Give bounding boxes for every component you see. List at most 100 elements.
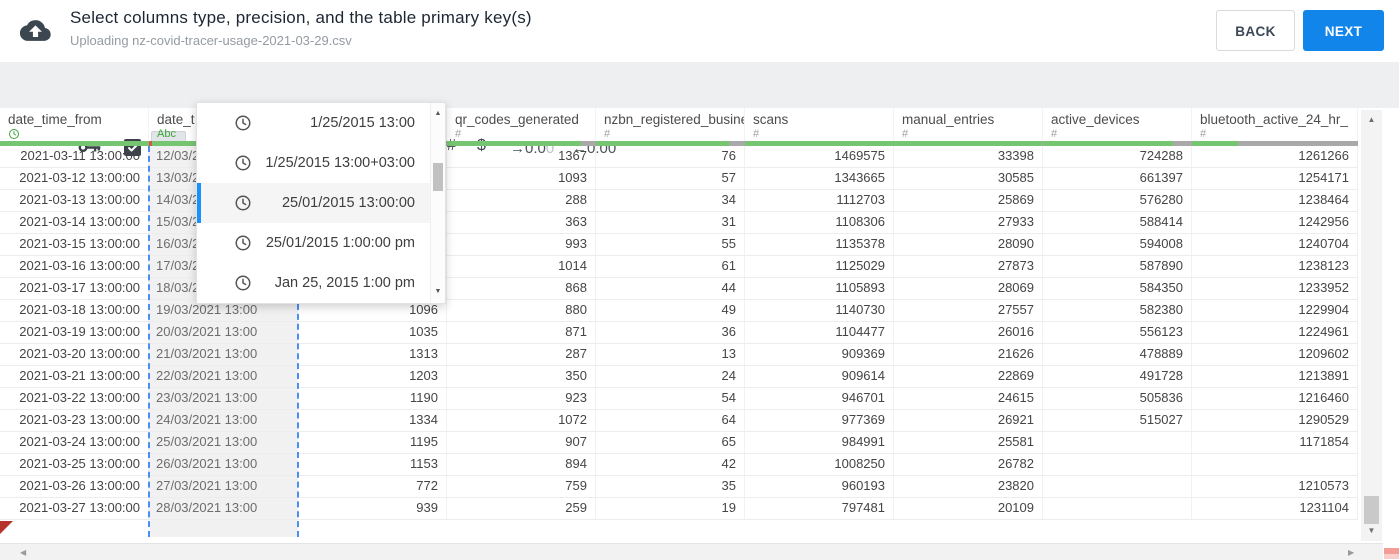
vertical-scroll-thumb[interactable] <box>1364 496 1379 524</box>
table-cell: 31 <box>596 212 745 233</box>
table-cell: 21626 <box>894 344 1043 365</box>
clock-icon <box>234 194 252 212</box>
column-header[interactable]: qr_codes_generated # <box>447 108 596 141</box>
table-cell: 661397 <box>1043 168 1192 189</box>
table-cell: 1238464 <box>1192 190 1358 211</box>
table-cell: 57 <box>596 168 745 189</box>
table-cell: 2021-03-19 13:00:00 <box>0 322 149 343</box>
table-cell: 25/03/2021 13:00 <box>149 432 298 453</box>
back-button[interactable]: BACK <box>1216 10 1295 51</box>
table-row: 2021-03-21 13:00:00 22/03/2021 13:00 1203 3… <box>0 366 1358 388</box>
table-cell: 588414 <box>1043 212 1192 233</box>
dropdown-option[interactable]: 25/01/2015 1:00:00 pm <box>197 223 430 263</box>
table-cell: 1233952 <box>1192 278 1358 299</box>
table-cell: 772 <box>298 476 447 497</box>
table-cell: 1108306 <box>745 212 894 233</box>
table-cell: 1104477 <box>745 322 894 343</box>
column-name: scans <box>753 112 789 127</box>
column-header[interactable]: scans # <box>745 108 894 141</box>
table-row: 2021-03-25 13:00:00 26/03/2021 13:00 1153 8… <box>0 454 1358 476</box>
column-header[interactable]: active_devices # <box>1043 108 1192 141</box>
dropdown-option-label: 25/01/2015 13:00:00 <box>281 195 415 211</box>
table-cell: 21/03/2021 13:00 <box>149 344 298 365</box>
table-cell: 65 <box>596 432 745 453</box>
table-cell: 1153 <box>298 454 447 475</box>
table-cell: 24615 <box>894 388 1043 409</box>
table-cell <box>1043 498 1192 519</box>
clock-icon <box>234 114 252 132</box>
table-row: 2021-03-27 13:00:00 28/03/2021 13:00 939 25… <box>0 498 1358 520</box>
table-cell: 2021-03-17 13:00:00 <box>0 278 149 299</box>
table-cell: 594008 <box>1043 234 1192 255</box>
table-cell: 2021-03-23 13:00:00 <box>0 410 149 431</box>
table-cell: 26921 <box>894 410 1043 431</box>
table-cell: 1105893 <box>745 278 894 299</box>
next-button[interactable]: NEXT <box>1303 10 1384 51</box>
scroll-left-icon[interactable]: ◀ <box>20 548 26 557</box>
table-cell: 984991 <box>745 432 894 453</box>
column-type-label: # <box>753 128 760 140</box>
dropdown-option[interactable]: 25/01/2015 13:00:00 <box>197 183 430 223</box>
table-cell: 2021-03-21 13:00:00 <box>0 366 149 387</box>
scroll-right-icon[interactable]: ▶ <box>1348 548 1354 557</box>
dropdown-option-label: Jan 25, 2015 1:00 pm <box>274 275 415 291</box>
table-cell: 26016 <box>894 322 1043 343</box>
table-cell: 20/03/2021 13:00 <box>149 322 298 343</box>
table-cell: 64 <box>596 410 745 431</box>
table-cell: 515027 <box>1043 410 1192 431</box>
column-type-label: # <box>902 128 909 140</box>
table-cell: 1209602 <box>1192 344 1358 365</box>
dropdown-option[interactable]: 1/25/2015 13:00+03:00 <box>197 143 430 183</box>
table-cell: 2021-03-12 13:00:00 <box>0 168 149 189</box>
table-cell: 2021-03-25 13:00:00 <box>0 454 149 475</box>
column-header[interactable]: date_time_from <box>0 108 149 141</box>
table-cell <box>1192 454 1358 475</box>
table-cell: 587890 <box>1043 256 1192 277</box>
scroll-up-icon[interactable]: ▲ <box>1361 112 1382 128</box>
column-header[interactable]: manual_entries # <box>894 108 1043 141</box>
table-cell: 907 <box>447 432 596 453</box>
datetime-format-dropdown: 1/25/2015 13:00 1/25/2015 13:00+03:00 25/0… <box>196 102 446 304</box>
vertical-scrollbar[interactable]: ▲ ▼ <box>1361 110 1382 541</box>
table-cell: 2021-03-16 13:00:00 <box>0 256 149 277</box>
scroll-down-icon[interactable]: ▼ <box>1361 523 1382 539</box>
column-type-label: # <box>455 128 462 140</box>
horizontal-scrollbar[interactable]: ◀ ▶ <box>0 543 1383 560</box>
dropdown-scroll-thumb[interactable] <box>433 163 443 191</box>
table-cell: 25581 <box>894 432 1043 453</box>
table-cell: 1290529 <box>1192 410 1358 431</box>
table-cell: 23/03/2021 13:00 <box>149 388 298 409</box>
table-cell: 491728 <box>1043 366 1192 387</box>
table-cell: 1035 <box>298 322 447 343</box>
column-header[interactable]: bluetooth_active_24_hr_ # <box>1192 108 1358 141</box>
column-name: date_time_from <box>8 112 102 127</box>
table-cell: 22/03/2021 13:00 <box>149 366 298 387</box>
table-row: 2021-03-24 13:00:00 25/03/2021 13:00 1195 9… <box>0 432 1358 454</box>
scroll-down-icon[interactable]: ▼ <box>431 285 445 299</box>
dropdown-option[interactable]: 1/25/2015 13:00 <box>197 103 430 143</box>
table-cell: 23820 <box>894 476 1043 497</box>
table-cell: 28/03/2021 13:00 <box>149 498 298 519</box>
table-cell: 1072 <box>447 410 596 431</box>
clock-icon <box>234 274 252 292</box>
table-cell: 1140730 <box>745 300 894 321</box>
column-header[interactable]: nzbn_registered_busine # <box>596 108 745 141</box>
table-cell: 49 <box>596 300 745 321</box>
table-cell: 1261266 <box>1192 146 1358 167</box>
column-name: bluetooth_active_24_hr_ <box>1200 112 1348 127</box>
dropdown-option[interactable]: Jan 25, 2015 1:00 pm <box>197 263 430 303</box>
column-name: manual_entries <box>902 112 995 127</box>
table-cell: 960193 <box>745 476 894 497</box>
selected-column-partial-cell <box>150 520 298 537</box>
table-cell: 2021-03-26 13:00:00 <box>0 476 149 497</box>
table-cell: 2021-03-11 13:00:00 <box>0 146 149 167</box>
table-cell: 1343665 <box>745 168 894 189</box>
table-cell: 909369 <box>745 344 894 365</box>
dropdown-option-label: 25/01/2015 1:00:00 pm <box>265 235 415 251</box>
table-cell: 24 <box>596 366 745 387</box>
dropdown-scrollbar[interactable]: ▲ ▼ <box>430 103 445 303</box>
table-cell: 13 <box>596 344 745 365</box>
table-cell: 2021-03-14 13:00:00 <box>0 212 149 233</box>
table-cell: 30585 <box>894 168 1043 189</box>
scroll-up-icon[interactable]: ▲ <box>431 107 445 121</box>
